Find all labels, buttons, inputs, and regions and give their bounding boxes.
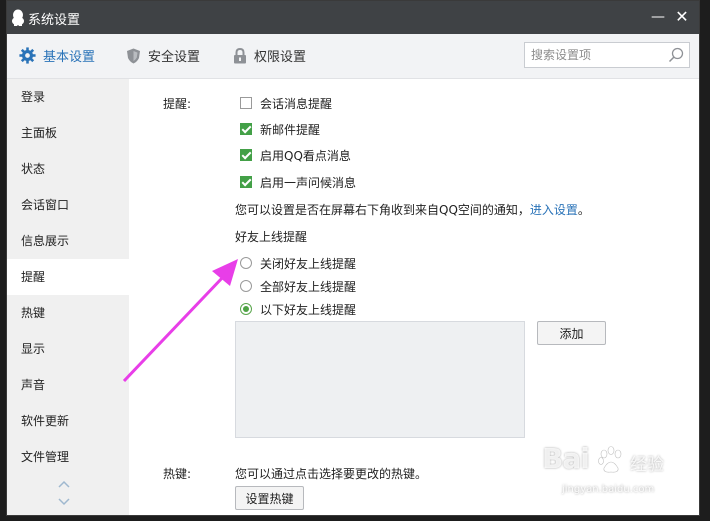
settings-tab-bar: 基本设置 安全设置 权限设置 bbox=[7, 34, 699, 79]
close-button[interactable]: ✕ bbox=[671, 6, 693, 28]
minimize-button[interactable]: — bbox=[647, 6, 669, 28]
tab-basic-settings-label: 基本设置 bbox=[43, 50, 96, 65]
disable-friend-online-label[interactable]: 关闭好友上线提醒 bbox=[260, 255, 356, 272]
sidebar-item-status[interactable]: 状态 bbox=[7, 151, 129, 187]
sidebar-item-main-panel[interactable]: 主面板 bbox=[7, 115, 129, 151]
session-message-reminder-label[interactable]: 会话消息提醒 bbox=[260, 95, 332, 112]
watermark-jingyan: 经验 bbox=[630, 455, 664, 475]
friend-online-title: 好友上线提醒 bbox=[235, 230, 308, 244]
following-friends-online-radio[interactable] bbox=[240, 303, 252, 315]
sidebar-item-file-management[interactable]: 文件管理 bbox=[7, 439, 129, 475]
greeting-message-checkbox[interactable] bbox=[240, 176, 252, 188]
watermark-logo: Bai bbox=[542, 442, 590, 475]
qzone-notice-end: 。 bbox=[577, 203, 590, 217]
sidebar-item-software-update[interactable]: 软件更新 bbox=[7, 403, 129, 439]
settings-sidebar: 登录 主面板 状态 会话窗口 信息展示 提醒 热键 显示 声音 软件更新 文件管… bbox=[7, 79, 129, 515]
gear-icon bbox=[19, 47, 36, 64]
sidebar-item-hotkey[interactable]: 热键 bbox=[7, 295, 129, 331]
sidebar-item-sound[interactable]: 声音 bbox=[7, 367, 129, 403]
qq-kandian-checkbox[interactable] bbox=[240, 149, 252, 161]
watermark-url: jingyan.baidu.com bbox=[562, 484, 655, 495]
scroll-up-chevron-icon[interactable] bbox=[58, 480, 70, 488]
reminder-section-label: 提醒: bbox=[163, 97, 192, 111]
sidebar-item-chat-window[interactable]: 会话窗口 bbox=[7, 187, 129, 223]
all-friends-online-label[interactable]: 全部好友上线提醒 bbox=[260, 278, 356, 295]
qzone-notice-text: 您可以设置是否在屏幕右下角收到来自QQ空间的通知，进入设置。 bbox=[235, 201, 590, 218]
scroll-down-chevron-icon[interactable] bbox=[58, 498, 70, 506]
friend-list-box[interactable] bbox=[235, 321, 525, 438]
disable-friend-online-radio[interactable] bbox=[240, 257, 252, 269]
shield-icon bbox=[127, 48, 140, 63]
lock-icon bbox=[234, 47, 246, 63]
title-bar[interactable]: 系统设置 — ✕ bbox=[7, 1, 699, 34]
following-friends-online-label[interactable]: 以下好友上线提醒 bbox=[260, 301, 356, 318]
qq-kandian-label[interactable]: 启用QQ看点消息 bbox=[260, 147, 351, 164]
qzone-notice-body: 您可以设置是否在屏幕右下角收到来自QQ空间的通知， bbox=[235, 203, 530, 217]
new-mail-reminder-label[interactable]: 新邮件提醒 bbox=[260, 121, 320, 138]
tab-permission-settings-label: 权限设置 bbox=[254, 50, 307, 65]
sidebar-item-reminder[interactable]: 提醒 bbox=[7, 259, 129, 295]
hotkey-section-label: 热键: bbox=[163, 467, 192, 481]
add-friend-button[interactable]: 添加 bbox=[537, 321, 606, 345]
hotkey-description: 您可以通过点击选择要更改的热键。 bbox=[235, 467, 428, 481]
paw-icon bbox=[598, 446, 622, 473]
search-box[interactable] bbox=[524, 42, 690, 68]
new-mail-reminder-checkbox[interactable] bbox=[240, 123, 252, 135]
session-message-reminder-checkbox[interactable] bbox=[240, 97, 252, 109]
greeting-message-label[interactable]: 启用一声问候消息 bbox=[260, 174, 356, 191]
set-hotkey-button[interactable]: 设置热键 bbox=[235, 486, 304, 510]
tab-security-settings-label: 安全设置 bbox=[148, 50, 201, 65]
enter-settings-link[interactable]: 进入设置 bbox=[530, 203, 578, 217]
sidebar-item-info-display[interactable]: 信息展示 bbox=[7, 223, 129, 259]
tab-permission-settings[interactable]: 权限设置 bbox=[233, 46, 306, 65]
tab-security-settings[interactable]: 安全设置 bbox=[126, 46, 200, 65]
tab-basic-settings[interactable]: 基本设置 bbox=[19, 46, 95, 65]
qq-penguin-icon bbox=[12, 9, 24, 26]
sidebar-item-login[interactable]: 登录 bbox=[7, 79, 129, 115]
sidebar-item-display[interactable]: 显示 bbox=[7, 331, 129, 367]
all-friends-online-radio[interactable] bbox=[240, 280, 252, 292]
search-icon[interactable] bbox=[668, 47, 684, 63]
baidu-jingyan-watermark: Bai 经验 jingyan.baidu.com bbox=[542, 436, 702, 506]
search-input[interactable] bbox=[531, 46, 661, 64]
window-title: 系统设置 bbox=[28, 13, 81, 28]
